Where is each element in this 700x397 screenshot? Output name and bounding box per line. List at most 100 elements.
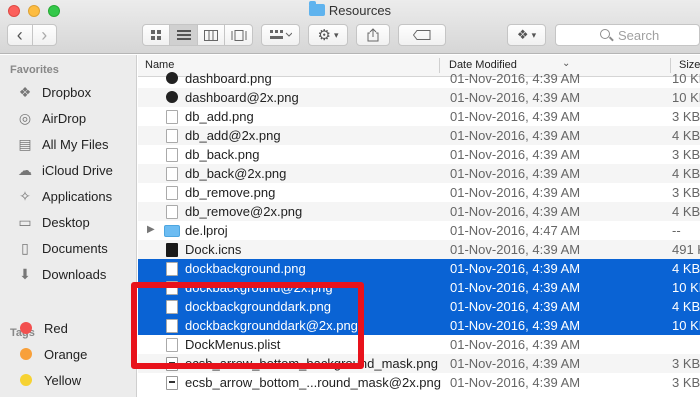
file-name: dashboard@2x.png [185,90,299,105]
file-date-modified: 01-Nov-2016, 4:39 AM [450,71,581,86]
file-name: dockbackground.png [185,261,306,276]
file-size: 3 KB [672,185,700,200]
sidebar-item-applications[interactable]: ✧ Applications [16,185,112,207]
file-icon [166,376,178,390]
sidebar-item-documents[interactable]: ▯ Documents [16,237,108,259]
file-icon [166,205,178,219]
file-name: db_back.png [185,147,260,162]
back-button[interactable]: ‹ [8,25,33,45]
chevron-down-icon: ▾ [333,29,339,40]
file-size: 491 KB [672,242,700,257]
file-date-modified: 01-Nov-2016, 4:39 AM [450,166,581,181]
sort-chevron-icon: ⌄ [562,58,571,69]
share-icon [367,28,379,42]
edit-tags-button[interactable] [398,24,446,46]
file-row[interactable]: dashboard.png 01-Nov-2016, 4:39 AM 10 KB [138,69,700,88]
file-row[interactable]: Dock.icns 01-Nov-2016, 4:39 AM 491 KB [138,240,700,259]
cloud-icon: ☁ [18,161,32,178]
file-icon [166,262,178,276]
folder-icon [164,225,180,237]
file-row[interactable]: ▶ de.lproj 01-Nov-2016, 4:47 AM -- [138,221,700,240]
file-row[interactable]: db_add.png 01-Nov-2016, 4:39 AM 3 KB [138,107,700,126]
file-row[interactable]: db_back@2x.png 01-Nov-2016, 4:39 AM 4 KB [138,164,700,183]
file-name: ecsb_arrow_bottom_...round_mask@2x.png [185,375,442,390]
file-name: db_remove@2x.png [185,204,303,219]
file-date-modified: 01-Nov-2016, 4:39 AM [450,280,581,295]
column-view-button[interactable] [198,25,225,45]
file-date-modified: 01-Nov-2016, 4:39 AM [450,109,581,124]
sidebar-item-downloads[interactable]: ⬇ Downloads [16,263,106,285]
file-name: de.lproj [185,223,228,238]
columns-icon [204,29,218,41]
chevron-down-icon: ▾ [531,29,537,40]
file-size: 3 KB [672,109,700,124]
sidebar-tag-orange[interactable]: Orange [16,343,87,365]
file-name: db_back@2x.png [185,166,287,181]
sidebar-tag-red-row[interactable]: Red [16,317,68,339]
gear-icon: ⚙ [317,27,331,44]
file-row[interactable]: db_back.png 01-Nov-2016, 4:39 AM 3 KB [138,145,700,164]
search-input[interactable]: Search [555,24,700,46]
sidebar-heading-favorites: Favorites [10,64,59,76]
file-date-modified: 01-Nov-2016, 4:39 AM [450,356,581,371]
sidebar-tag-yellow[interactable]: Yellow [16,369,81,391]
file-date-modified: 01-Nov-2016, 4:39 AM [450,299,581,314]
airdrop-icon: ◎ [18,109,32,126]
file-name: db_add.png [185,109,254,124]
sidebar-item-all-my-files[interactable]: ▤ All My Files [16,133,108,155]
cover-flow-button[interactable] [225,25,252,45]
file-size: 4 KB [672,128,700,143]
arrange-button[interactable] [261,24,300,46]
sidebar-item-desktop[interactable]: ▭ Desktop [16,211,89,233]
file-size: 10 KB [672,71,700,86]
file-row[interactable]: dockbackground.png 01-Nov-2016, 4:39 AM 4 … [138,259,700,278]
red-tag-icon [20,322,32,334]
list-icon [176,29,191,40]
file-size: 10 KB [672,318,700,333]
file-row[interactable]: db_remove.png 01-Nov-2016, 4:39 AM 3 KB [138,183,700,202]
file-size: 4 KB [672,299,700,314]
file-size: 10 KB [672,280,700,295]
file-date-modified: 01-Nov-2016, 4:39 AM [450,318,581,333]
file-icon [166,72,178,84]
file-date-modified: 01-Nov-2016, 4:47 AM [450,223,581,238]
selection-highlight-box [131,282,364,369]
dropbox-icon: ❖ [18,83,32,100]
file-name: dashboard.png [185,71,272,86]
file-size: 4 KB [672,204,700,219]
sidebar-item-icloud-drive[interactable]: ☁ iCloud Drive [16,159,113,181]
action-button[interactable]: ⚙ ▾ [308,24,348,46]
file-row[interactable]: dashboard@2x.png 01-Nov-2016, 4:39 AM 10 K… [138,88,700,107]
file-row[interactable]: db_remove@2x.png 01-Nov-2016, 4:39 AM 4 KB [138,202,700,221]
file-date-modified: 01-Nov-2016, 4:39 AM [450,90,581,105]
dropbox-icon: ❖ [516,27,529,42]
file-size: 3 KB [672,356,700,371]
orange-tag-icon [20,348,32,360]
file-date-modified: 01-Nov-2016, 4:39 AM [450,128,581,143]
disclosure-triangle-icon[interactable]: ▶ [147,224,155,235]
icon-view-button[interactable] [143,25,170,45]
window-title: Resources [0,1,700,18]
view-mode-group [142,24,253,46]
list-view-button[interactable] [170,25,198,45]
downloads-icon: ⬇ [19,265,31,282]
applications-icon: ✧ [19,187,31,204]
dropbox-button[interactable]: ❖ ▾ [507,24,546,46]
file-row[interactable]: ecsb_arrow_bottom_...round_mask@2x.png 01… [138,373,700,392]
file-icon [166,129,178,143]
file-icon [166,110,178,124]
yellow-tag-icon [20,374,32,386]
file-date-modified: 01-Nov-2016, 4:39 AM [450,185,581,200]
file-icon [166,91,178,103]
file-date-modified: 01-Nov-2016, 4:39 AM [450,375,581,390]
sidebar-item-dropbox[interactable]: ❖ Dropbox [16,81,91,103]
file-row[interactable]: db_add@2x.png 01-Nov-2016, 4:39 AM 4 KB [138,126,700,145]
share-button[interactable] [356,24,390,46]
cover-flow-icon [231,29,246,41]
sidebar-item-airdrop[interactable]: ◎ AirDrop [16,107,86,129]
file-size: 4 KB [672,261,700,276]
file-icon [166,167,178,181]
forward-button[interactable]: › [33,25,57,45]
back-forward-group: ‹ › [7,24,57,46]
file-size: -- [672,223,681,238]
